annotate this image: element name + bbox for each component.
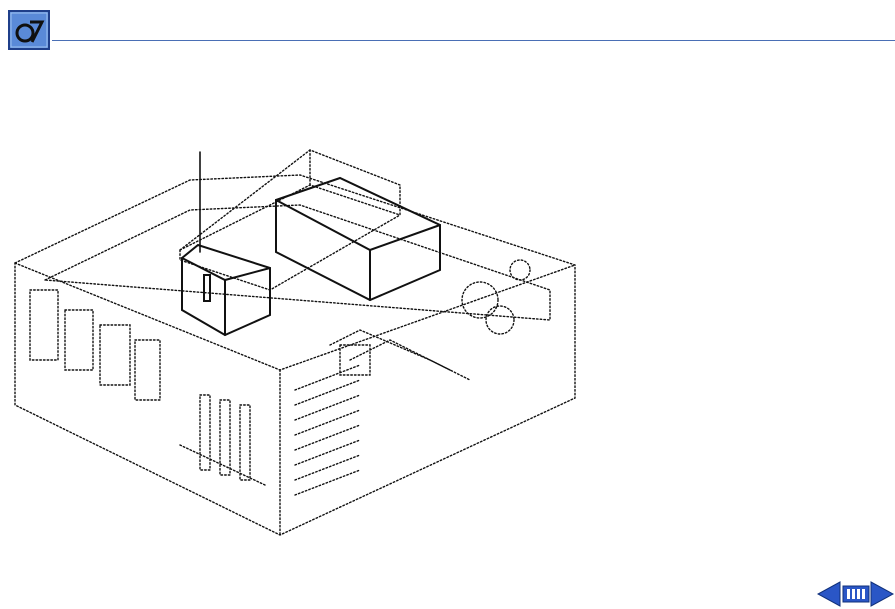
page-navigation (816, 579, 895, 609)
header-rule (52, 40, 895, 41)
mac-os-logo-icon[interactable] (8, 10, 52, 50)
arrow-left-icon[interactable] (816, 579, 842, 609)
index-bars-icon[interactable] (842, 579, 870, 609)
chassis-illustration (14, 149, 576, 536)
arrow-right-icon[interactable] (870, 579, 895, 609)
page-header (0, 0, 895, 60)
